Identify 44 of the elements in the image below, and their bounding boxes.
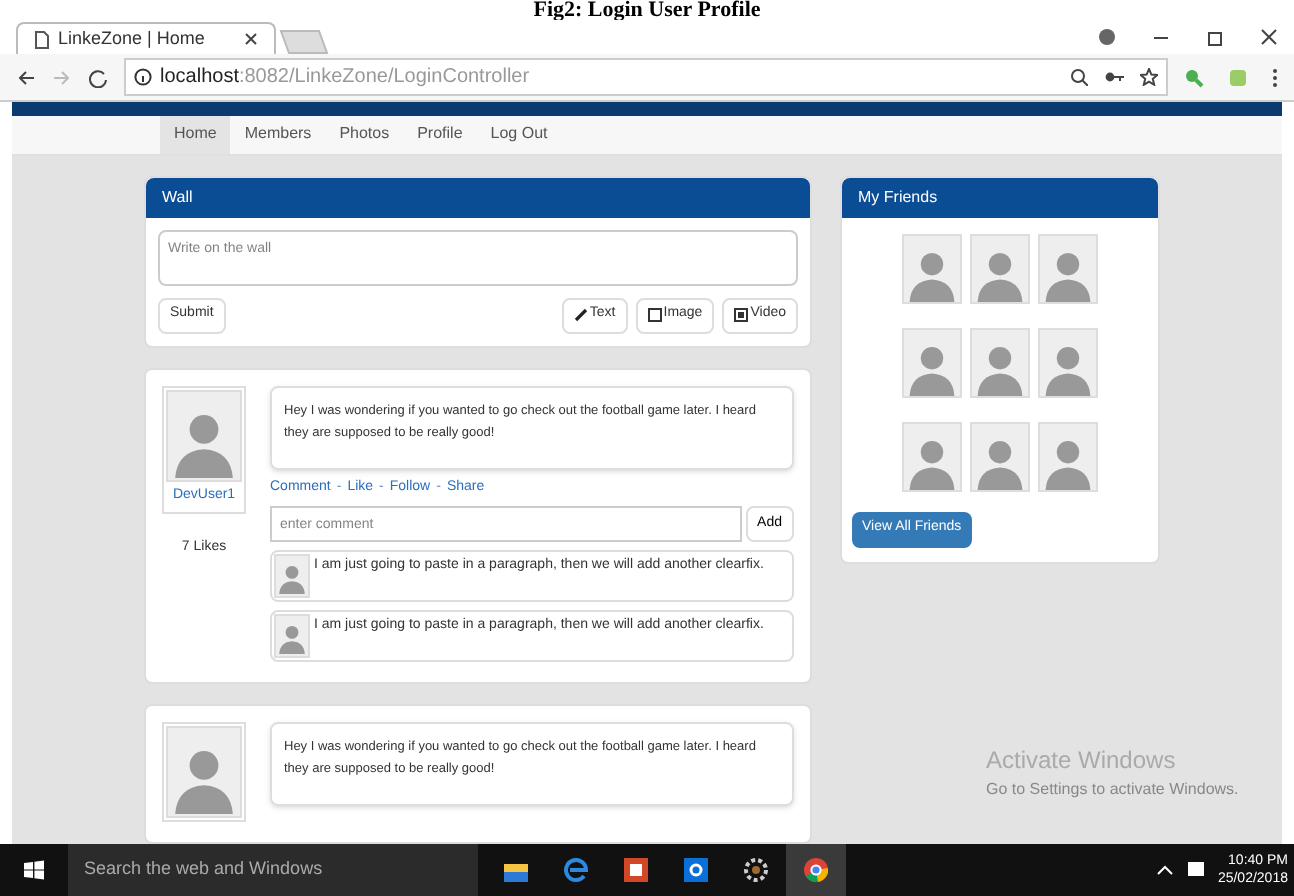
page-icon (34, 29, 50, 49)
figure-caption: Fig2: Login User Profile (531, 0, 763, 20)
back-icon[interactable] (16, 67, 36, 87)
avatar-silhouette-icon (1038, 327, 1098, 397)
restore-icon[interactable] (1206, 27, 1224, 45)
nav-link[interactable]: Members (230, 115, 326, 153)
nav-link[interactable]: Photos (325, 115, 404, 153)
avatar-silhouette-icon (970, 421, 1030, 491)
avatar-silhouette-icon (902, 327, 962, 397)
activation-subtitle: Go to Settings to activate Windows. (986, 778, 1239, 802)
picture-icon (647, 308, 662, 322)
panel-heading: Wall (146, 177, 810, 217)
browser-tab[interactable]: LinkeZone | Home (16, 22, 276, 54)
nav-link[interactable]: Log Out (476, 115, 562, 153)
activation-title: Activate Windows (986, 744, 1178, 778)
avatar-silhouette-icon (1038, 233, 1098, 303)
panel-heading: My Friends (842, 177, 1158, 217)
info-icon[interactable] (134, 68, 152, 86)
url-text: localhost:8082/LinkeZone/LoginController (160, 64, 530, 92)
address-bar[interactable]: localhost:8082/LinkeZone/LoginController (124, 58, 1168, 96)
film-icon (734, 308, 749, 322)
windows-logo-icon[interactable] (24, 860, 44, 880)
extension-icon[interactable] (1184, 67, 1204, 87)
close-icon[interactable] (1260, 27, 1278, 45)
avatar-silhouette-icon (166, 726, 242, 818)
zoom-icon[interactable] (1070, 68, 1088, 86)
tab-title: LinkeZone | Home (58, 25, 207, 52)
avatar-silhouette-icon (902, 233, 962, 303)
avatar-silhouette-icon (902, 421, 962, 491)
avatar-silhouette-icon (970, 327, 1030, 397)
pencil-icon (573, 308, 588, 322)
nav-link[interactable]: Profile (403, 115, 477, 153)
notification-icon[interactable] (1185, 860, 1206, 880)
menu-icon[interactable] (1272, 67, 1278, 87)
profile-icon[interactable] (1098, 27, 1116, 45)
avatar-silhouette-icon (970, 233, 1030, 303)
avatar-silhouette-icon (1038, 421, 1098, 491)
reload-icon[interactable] (88, 67, 108, 87)
key-icon[interactable] (1104, 68, 1124, 86)
star-icon[interactable] (1140, 68, 1158, 86)
close-icon[interactable] (244, 32, 258, 46)
taskbar-search-field[interactable]: Search the web and Windows (68, 844, 478, 896)
nav-link[interactable]: Home (160, 115, 231, 153)
chevron-up-icon[interactable] (1155, 864, 1174, 876)
